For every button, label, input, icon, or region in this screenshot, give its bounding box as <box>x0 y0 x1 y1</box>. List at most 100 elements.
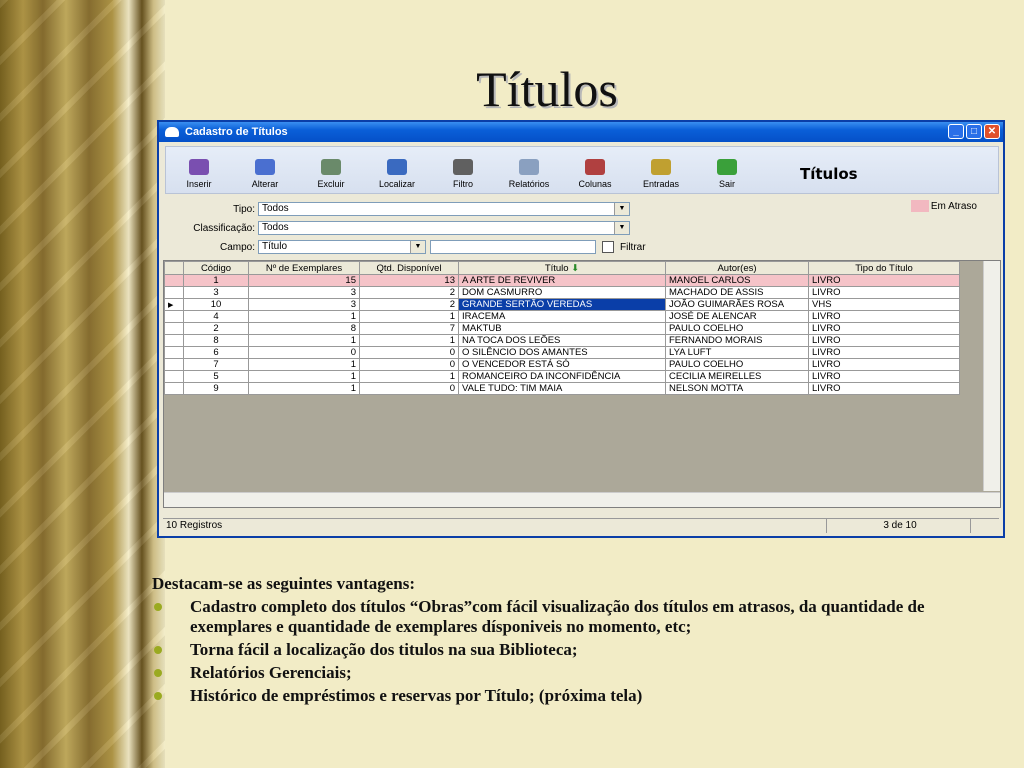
cell-codigo[interactable]: 10 <box>183 298 249 311</box>
entries-button[interactable]: Entradas <box>628 159 694 193</box>
table-row[interactable]: 4 1 1 IRACEMA JOSÉ DE ALENCAR LIVRO <box>164 310 960 323</box>
cell-titulo[interactable]: IRACEMA <box>458 310 666 323</box>
insert-button[interactable]: Inserir <box>166 159 232 193</box>
cell-tipo[interactable]: LIVRO <box>808 274 960 287</box>
cell-exemplares[interactable]: 1 <box>248 358 360 371</box>
col-disponivel[interactable]: Qtd. Disponível <box>359 261 459 275</box>
table-row[interactable]: 1 15 13 A ARTE DE REVIVER MANOEL CARLOS LIVRO <box>164 274 960 287</box>
cell-autor[interactable]: MACHADO DE ASSIS <box>665 286 809 299</box>
table-row[interactable]: 3 3 2 DOM CASMURRO MACHADO DE ASSIS LIVRO <box>164 286 960 299</box>
window-titlebar[interactable]: Cadastro de Títulos _ □ ✕ <box>159 122 1003 142</box>
cell-tipo[interactable]: LIVRO <box>808 346 960 359</box>
row-indicator[interactable] <box>164 346 184 359</box>
cell-codigo[interactable]: 9 <box>183 382 249 395</box>
cell-codigo[interactable]: 4 <box>183 310 249 323</box>
cell-autor[interactable]: MANOEL CARLOS <box>665 274 809 287</box>
table-row[interactable]: 710O VENCEDOR ESTÁ SÓ PAULO COELHO LIVRO <box>164 358 960 371</box>
cell-exemplares[interactable]: 8 <box>248 322 360 335</box>
cell-disponivel[interactable]: 0 <box>359 346 459 359</box>
row-indicator[interactable] <box>164 322 184 335</box>
cell-codigo[interactable]: 1 <box>183 274 249 287</box>
cell-exemplares[interactable]: 3 <box>248 286 360 299</box>
cell-tipo[interactable]: LIVRO <box>808 358 960 371</box>
row-indicator[interactable] <box>164 370 184 383</box>
cell-codigo[interactable]: 8 <box>183 334 249 347</box>
cell-autor[interactable]: NELSON MOTTA <box>665 382 809 395</box>
cell-tipo[interactable]: LIVRO <box>808 310 960 323</box>
cell-titulo[interactable]: GRANDE SERTÃO VEREDAS <box>458 298 666 311</box>
cell-disponivel[interactable]: 1 <box>359 310 459 323</box>
cell-titulo[interactable]: O SILÊNCIO DOS AMANTES <box>458 346 666 359</box>
cell-disponivel[interactable]: 1 <box>359 334 459 347</box>
cell-disponivel[interactable]: 2 <box>359 298 459 311</box>
campo-select[interactable]: Título ▼ <box>258 240 426 254</box>
reports-button[interactable]: Relatórios <box>496 159 562 193</box>
cell-codigo[interactable]: 3 <box>183 286 249 299</box>
table-row[interactable]: 9 1 0 VALE TUDO: TIM MAIA NELSON MOTTA LIVRO <box>164 382 960 395</box>
cell-disponivel[interactable]: 0 <box>359 382 459 395</box>
cell-autor[interactable]: CECILIA MEIRELLES <box>665 370 809 383</box>
table-row[interactable]: 8 1 1 NA TOCA DOS LEÕES FERNANDO MORAIS LIVRO <box>164 334 960 347</box>
row-indicator[interactable] <box>164 334 184 347</box>
cell-autor[interactable]: PAULO COELHO <box>665 322 809 335</box>
cell-exemplares[interactable]: 1 <box>248 370 360 383</box>
cell-titulo[interactable]: A ARTE DE REVIVER <box>458 274 666 287</box>
find-button[interactable]: Localizar <box>364 159 430 193</box>
table-row[interactable]: 2 8 7 MAKTUB PAULO COELHO LIVRO <box>164 322 960 335</box>
cell-tipo[interactable]: LIVRO <box>808 286 960 299</box>
cell-codigo[interactable]: 5 <box>183 370 249 383</box>
edit-button[interactable]: Alterar <box>232 159 298 193</box>
table-row[interactable]: ▶ 10 3 2 GRANDE SERTÃO VEREDAS JOÃO GUIMARÃES… <box>164 298 960 311</box>
table-row[interactable]: 600O SILÊNCIO DOS AMANTES LYA LUFT LIVRO <box>164 346 960 359</box>
cell-disponivel[interactable]: 13 <box>359 274 459 287</box>
cell-tipo[interactable]: LIVRO <box>808 334 960 347</box>
col-exemplares[interactable]: Nº de Exemplares <box>248 261 360 275</box>
cell-titulo[interactable]: ROMANCEIRO DA INCONFIDÊNCIA <box>458 370 666 383</box>
cell-disponivel[interactable]: 7 <box>359 322 459 335</box>
filtrar-checkbox[interactable] <box>602 241 614 253</box>
col-autor[interactable]: Autor(es) <box>665 261 809 275</box>
exit-button[interactable]: Sair <box>694 159 760 193</box>
row-indicator[interactable] <box>164 358 184 371</box>
row-indicator[interactable] <box>164 310 184 323</box>
col-titulo[interactable]: Título ⬇ <box>458 261 666 275</box>
close-button[interactable]: ✕ <box>984 124 1000 139</box>
row-indicator[interactable] <box>164 382 184 395</box>
filter-button[interactable]: Filtro <box>430 159 496 193</box>
horizontal-scrollbar[interactable] <box>164 492 1000 507</box>
cell-exemplares[interactable]: 0 <box>248 346 360 359</box>
cell-exemplares[interactable]: 1 <box>248 334 360 347</box>
cell-exemplares[interactable]: 15 <box>248 274 360 287</box>
search-input[interactable] <box>430 240 596 254</box>
cell-tipo[interactable]: LIVRO <box>808 382 960 395</box>
cell-codigo[interactable]: 6 <box>183 346 249 359</box>
cell-codigo[interactable]: 2 <box>183 322 249 335</box>
cell-exemplares[interactable]: 1 <box>248 382 360 395</box>
delete-button[interactable]: Excluir <box>298 159 364 193</box>
row-indicator[interactable] <box>164 286 184 299</box>
cell-tipo[interactable]: LIVRO <box>808 322 960 335</box>
tipo-select[interactable]: Todos ▼ <box>258 202 630 216</box>
classificacao-select[interactable]: Todos ▼ <box>258 221 630 235</box>
maximize-button[interactable]: □ <box>966 124 982 139</box>
row-indicator[interactable] <box>164 274 184 287</box>
cell-exemplares[interactable]: 1 <box>248 310 360 323</box>
cell-titulo[interactable]: NA TOCA DOS LEÕES <box>458 334 666 347</box>
cell-tipo[interactable]: VHS <box>808 298 960 311</box>
col-codigo[interactable]: Código <box>183 261 249 275</box>
columns-button[interactable]: Colunas <box>562 159 628 193</box>
cell-disponivel[interactable]: 1 <box>359 370 459 383</box>
vertical-scrollbar[interactable] <box>983 261 1000 491</box>
cell-tipo[interactable]: LIVRO <box>808 370 960 383</box>
cell-titulo[interactable]: O VENCEDOR ESTÁ SÓ <box>458 358 666 371</box>
cell-autor[interactable]: PAULO COELHO <box>665 358 809 371</box>
cell-disponivel[interactable]: 2 <box>359 286 459 299</box>
cell-codigo[interactable]: 7 <box>183 358 249 371</box>
col-tipo[interactable]: Tipo do Título <box>808 261 960 275</box>
cell-titulo[interactable]: MAKTUB <box>458 322 666 335</box>
cell-autor[interactable]: JOSÉ DE ALENCAR <box>665 310 809 323</box>
row-indicator[interactable]: ▶ <box>164 298 184 311</box>
cell-autor[interactable]: JOÃO GUIMARÃES ROSA <box>665 298 809 311</box>
minimize-button[interactable]: _ <box>948 124 964 139</box>
cell-exemplares[interactable]: 3 <box>248 298 360 311</box>
